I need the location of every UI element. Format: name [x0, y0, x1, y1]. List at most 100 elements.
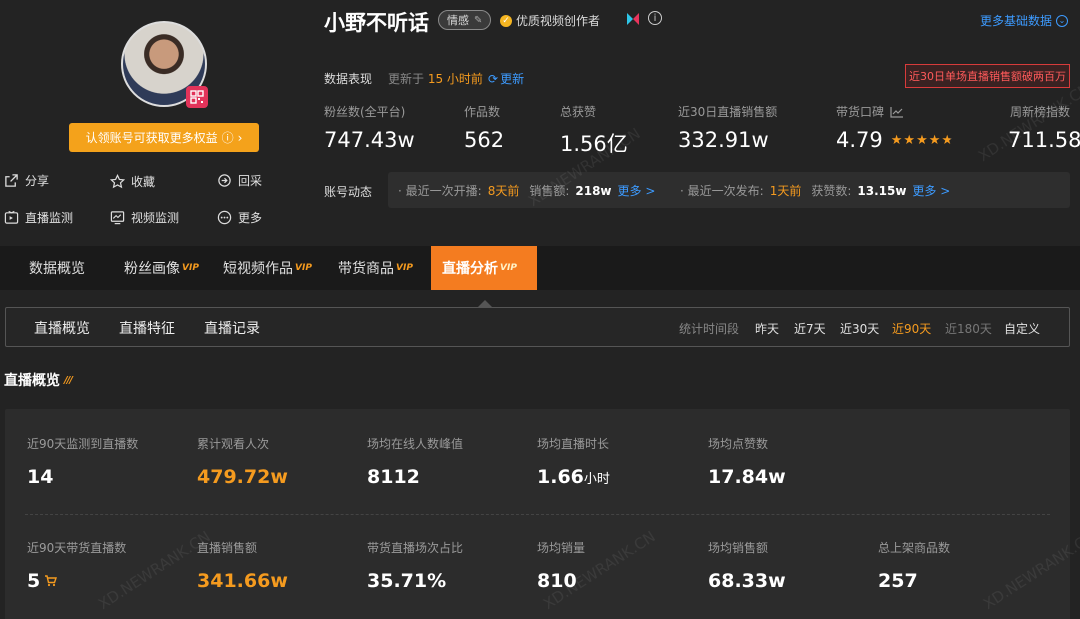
period-7-days[interactable]: 近7天 [794, 320, 826, 337]
favorite-label: 收藏 [131, 175, 156, 189]
last-live-prefix: · 最近一次开播: [398, 184, 482, 198]
rating-stars: ★ ★ ★ ★ ★ [891, 133, 953, 148]
share-icon [5, 174, 18, 187]
metric-card: 直播销售额 341.66w [197, 539, 288, 592]
favorite-button[interactable]: 收藏 [110, 173, 155, 190]
subtab-live-records[interactable]: 直播记录 [204, 318, 260, 338]
stat-label: 周新榜指数 [1009, 105, 1070, 119]
last-post-prefix: · 最近一次发布: [680, 184, 764, 198]
video-monitor-button[interactable]: 视频监测 [110, 209, 179, 226]
stat-label: 近30日直播销售额 [678, 105, 778, 119]
live-monitor-icon [4, 210, 19, 224]
metric-label: 场均销售额 [708, 541, 769, 555]
category-tag[interactable]: 情感 ✎ [438, 10, 492, 30]
chevron-down-circle-icon: ⌄ [1056, 14, 1068, 27]
stat-label: 作品数 [464, 105, 501, 119]
stat-value: 562 [464, 128, 505, 152]
metric-label: 场均直播时长 [537, 437, 610, 451]
qr-code-icon[interactable] [186, 86, 208, 108]
metric-value: 68.33w [708, 570, 786, 592]
more-label: 更多 [238, 211, 263, 225]
vip-badge: VIP [500, 263, 517, 273]
metric-card: 场均在线人数峰值 8112 [367, 435, 463, 488]
more-basic-data-link[interactable]: 更多基础数据 ⌄ [980, 12, 1068, 29]
live-monitor-button[interactable]: 直播监测 [4, 209, 73, 226]
last-live-metric-value: 218w [575, 183, 612, 198]
stat-value: 1.56亿 [560, 132, 628, 156]
refresh-button[interactable]: ⟳ 更新 [488, 70, 524, 87]
vip-badge: VIP [182, 263, 199, 273]
subtab-live-overview[interactable]: 直播概览 [34, 318, 90, 338]
stat-value: 747.43w [324, 128, 415, 152]
last-live-metric-label: 销售额: [529, 184, 570, 198]
metric-value: 8112 [367, 466, 420, 488]
account-name: 小野不听话 [324, 11, 429, 35]
metric-label: 场均在线人数峰值 [367, 437, 464, 451]
period-90-days[interactable]: 近90天 [892, 320, 931, 337]
stat-likes: 总获赞 1.56亿 [560, 103, 628, 158]
stat-value: 332.91w [678, 128, 769, 152]
main-tab-bar: 数据概览 粉丝画像 VIP 短视频作品 VIP 带货商品 VIP 直播分析 VI… [0, 246, 1080, 290]
cart-icon[interactable] [44, 575, 58, 587]
tab-label: 带货商品 [338, 261, 394, 277]
stat-label: 粉丝数(全平台) [324, 105, 406, 119]
last-post-info: · 最近一次发布: 1天前 获赞数: 13.15w 更多 > [680, 182, 950, 199]
more-icon [217, 210, 232, 225]
period-custom[interactable]: 自定义 [1004, 320, 1040, 337]
live-monitor-label: 直播监测 [25, 211, 74, 225]
tab-fan-profile[interactable]: 粉丝画像 VIP [124, 246, 199, 290]
metric-label: 近90天带货直播数 [27, 541, 127, 555]
tab-live-analysis[interactable]: 直播分析 VIP [431, 246, 537, 290]
dynamics-box: · 最近一次开播: 8天前 销售额: 218w 更多 > · 最近一次发布: 1… [388, 172, 1070, 208]
period-label: 统计时间段 [679, 322, 740, 336]
updated-time: 更新于 15 小时前 [388, 70, 483, 87]
period-yesterday[interactable]: 昨天 [755, 320, 779, 337]
metric-card: 近90天带货直播数 5 [27, 539, 126, 592]
star-filled-icon: ★ [916, 132, 928, 148]
star-outline-icon [110, 174, 125, 189]
tab-label: 粉丝画像 [124, 261, 180, 277]
share-button[interactable]: 分享 [4, 172, 49, 189]
star-partial-icon: ★ [941, 132, 954, 148]
more-actions-button[interactable]: 更多 [217, 209, 262, 226]
metric-value: 810 [537, 570, 577, 592]
platform-logo-icon [625, 11, 641, 31]
stat-live-sales: 近30日直播销售额 332.91w [678, 103, 777, 152]
claim-account-button[interactable]: 认领账号可获取更多权益 ⓘ › [69, 123, 259, 152]
recollect-label: 回采 [238, 174, 263, 188]
edit-pencil-icon: ✎ [474, 14, 483, 26]
info-icon[interactable]: i [648, 11, 662, 25]
tab-short-videos[interactable]: 短视频作品 VIP [223, 246, 312, 290]
metric-card: 带货直播场次占比 35.71% [367, 539, 463, 592]
last-post-metric-label: 获赞数: [811, 184, 852, 198]
dynamics-label: 账号动态 [324, 185, 373, 199]
refresh-label: 更新 [500, 72, 525, 86]
metric-card: 总上架商品数 257 [878, 539, 950, 592]
recollect-button[interactable]: 回采 [217, 172, 262, 189]
last-post-more-link[interactable]: 更多 > [912, 182, 950, 199]
stat-label: 总获赞 [560, 105, 597, 119]
metric-label: 场均销量 [537, 541, 586, 555]
section-title-label: 直播概览 [4, 373, 60, 389]
chevron-right-icon: › [237, 130, 243, 145]
metric-label: 场均点赞数 [708, 437, 769, 451]
tab-products[interactable]: 带货商品 VIP [338, 246, 413, 290]
metric-value: 5 [27, 570, 41, 592]
stat-works: 作品数 562 [464, 103, 504, 152]
tab-label: 短视频作品 [223, 261, 293, 277]
metric-value: 1.66 [537, 466, 584, 488]
stat-label: 带货口碑 [836, 105, 885, 119]
creator-badge: ✓ 优质视频创作者 [500, 12, 600, 29]
tab-data-overview[interactable]: 数据概览 [29, 246, 85, 290]
period-180-days: 近180天 [945, 322, 992, 336]
performance-label: 数据表现 [324, 72, 373, 86]
verified-badge-icon: ✓ [500, 14, 512, 27]
video-monitor-label: 视频监测 [131, 211, 180, 225]
metric-card: 场均直播时长 1.66小时 [537, 435, 610, 488]
sales-alert-badge: 近30日单场直播销售额破两百万 [905, 64, 1070, 88]
last-live-more-link[interactable]: 更多 > [618, 182, 656, 199]
subtab-live-features[interactable]: 直播特征 [119, 318, 175, 338]
period-30-days[interactable]: 近30天 [840, 320, 879, 337]
trend-chart-icon[interactable] [890, 106, 904, 118]
stat-value: 711.58 [1008, 128, 1080, 152]
